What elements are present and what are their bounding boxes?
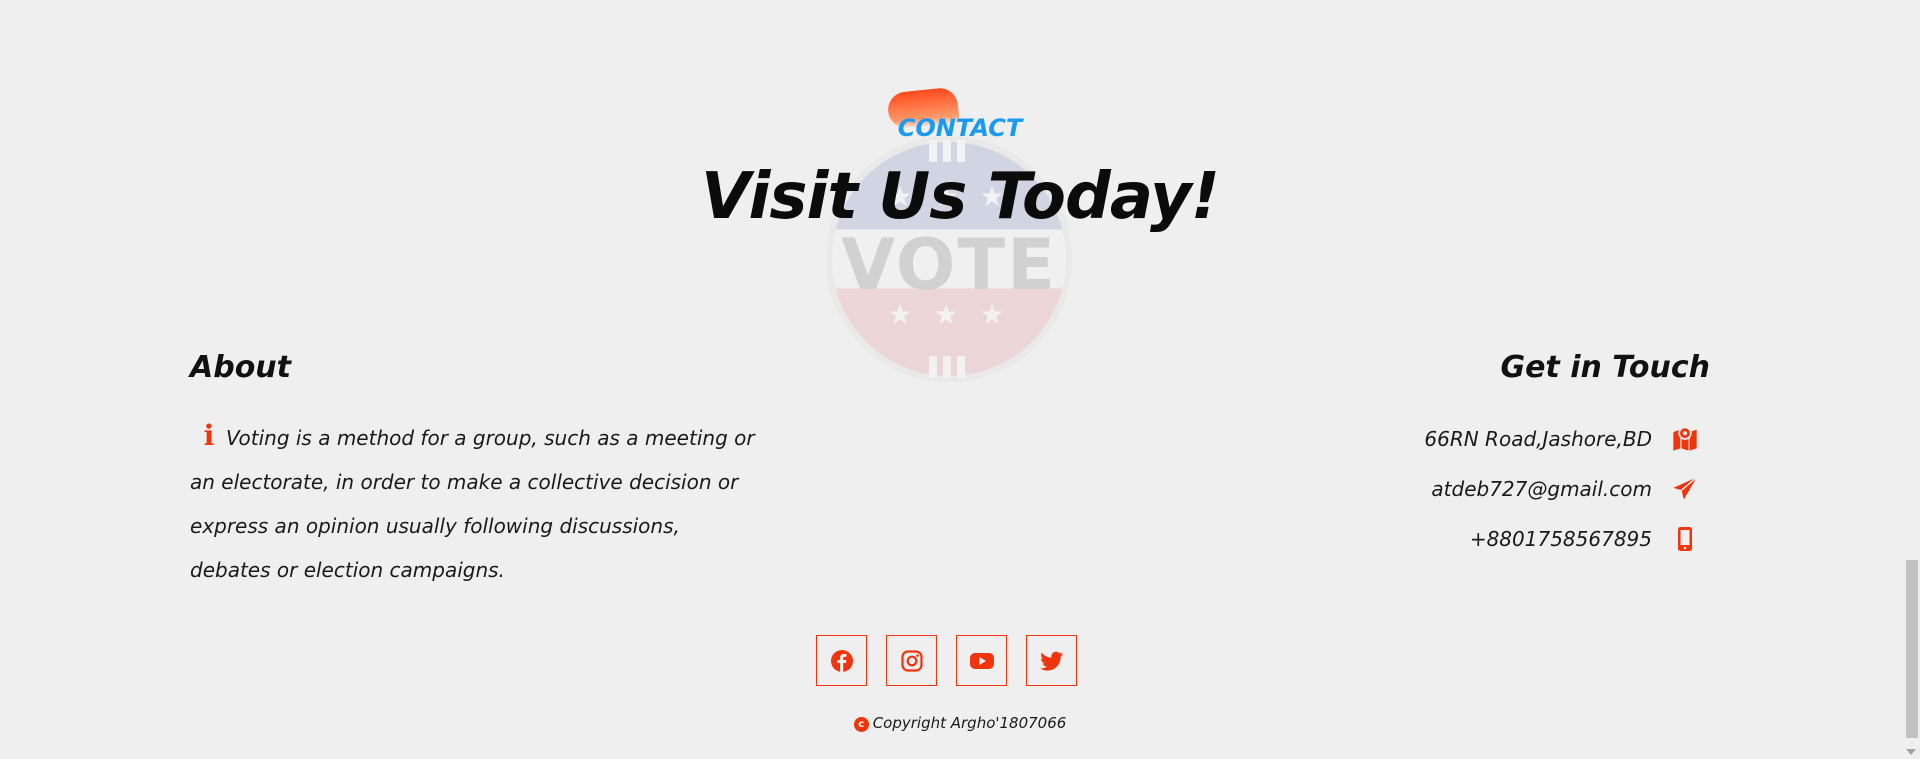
get-in-touch-heading: Get in Touch <box>1500 350 1710 385</box>
youtube-button[interactable] <box>956 635 1007 686</box>
badge-word: VOTE <box>840 224 1058 306</box>
badge-bars-bottom <box>929 356 969 378</box>
badge-bars-top <box>929 140 969 162</box>
twitter-icon <box>1039 651 1063 671</box>
section-title: Visit Us Today! <box>701 160 1220 234</box>
section-eyebrow: CONTACT <box>897 114 1023 142</box>
contact-email: atdeb727@gmail.com <box>1424 464 1700 514</box>
scrollbar-thumb[interactable] <box>1906 560 1918 738</box>
copyright-line: c Copyright Argho'1807066 <box>0 714 1920 732</box>
instagram-button[interactable] <box>886 635 937 686</box>
contact-address: 66RN Road,Jashore,BD <box>1424 414 1700 464</box>
contact-phone-text[interactable]: +8801758567895 <box>1470 527 1652 551</box>
contact-phone: +8801758567895 <box>1424 514 1700 564</box>
mobile-icon <box>1670 524 1700 554</box>
twitter-button[interactable] <box>1026 635 1077 686</box>
instagram-icon <box>900 649 923 672</box>
social-links <box>816 635 1077 686</box>
copyright-icon: c <box>853 717 869 732</box>
badge-stars-bottom: ★ ★ ★ <box>887 298 1011 331</box>
scroll-down-arrow-icon[interactable] <box>1906 749 1916 755</box>
contact-list: 66RN Road,Jashore,BD atdeb727@gmail.com <box>1424 414 1700 564</box>
send-icon <box>1670 474 1700 504</box>
info-icon: i <box>203 419 215 452</box>
page: ★ ★ ★ VOTE ★ ★ ★ CONTACT Visit Us Today!… <box>0 0 1920 759</box>
about-text: Voting is a method for a group, such as … <box>190 426 755 582</box>
about-paragraph: i Voting is a method for a group, such as… <box>190 414 760 592</box>
facebook-button[interactable] <box>816 635 867 686</box>
contact-email-text[interactable]: atdeb727@gmail.com <box>1431 477 1652 501</box>
map-icon <box>1670 424 1700 454</box>
about-heading: About <box>190 350 292 385</box>
vertical-scrollbar[interactable] <box>1903 0 1920 759</box>
facebook-icon <box>830 649 853 672</box>
copyright-text: Copyright Argho'1807066 <box>872 714 1067 732</box>
contact-address-text: 66RN Road,Jashore,BD <box>1424 427 1652 451</box>
youtube-icon <box>969 652 994 669</box>
